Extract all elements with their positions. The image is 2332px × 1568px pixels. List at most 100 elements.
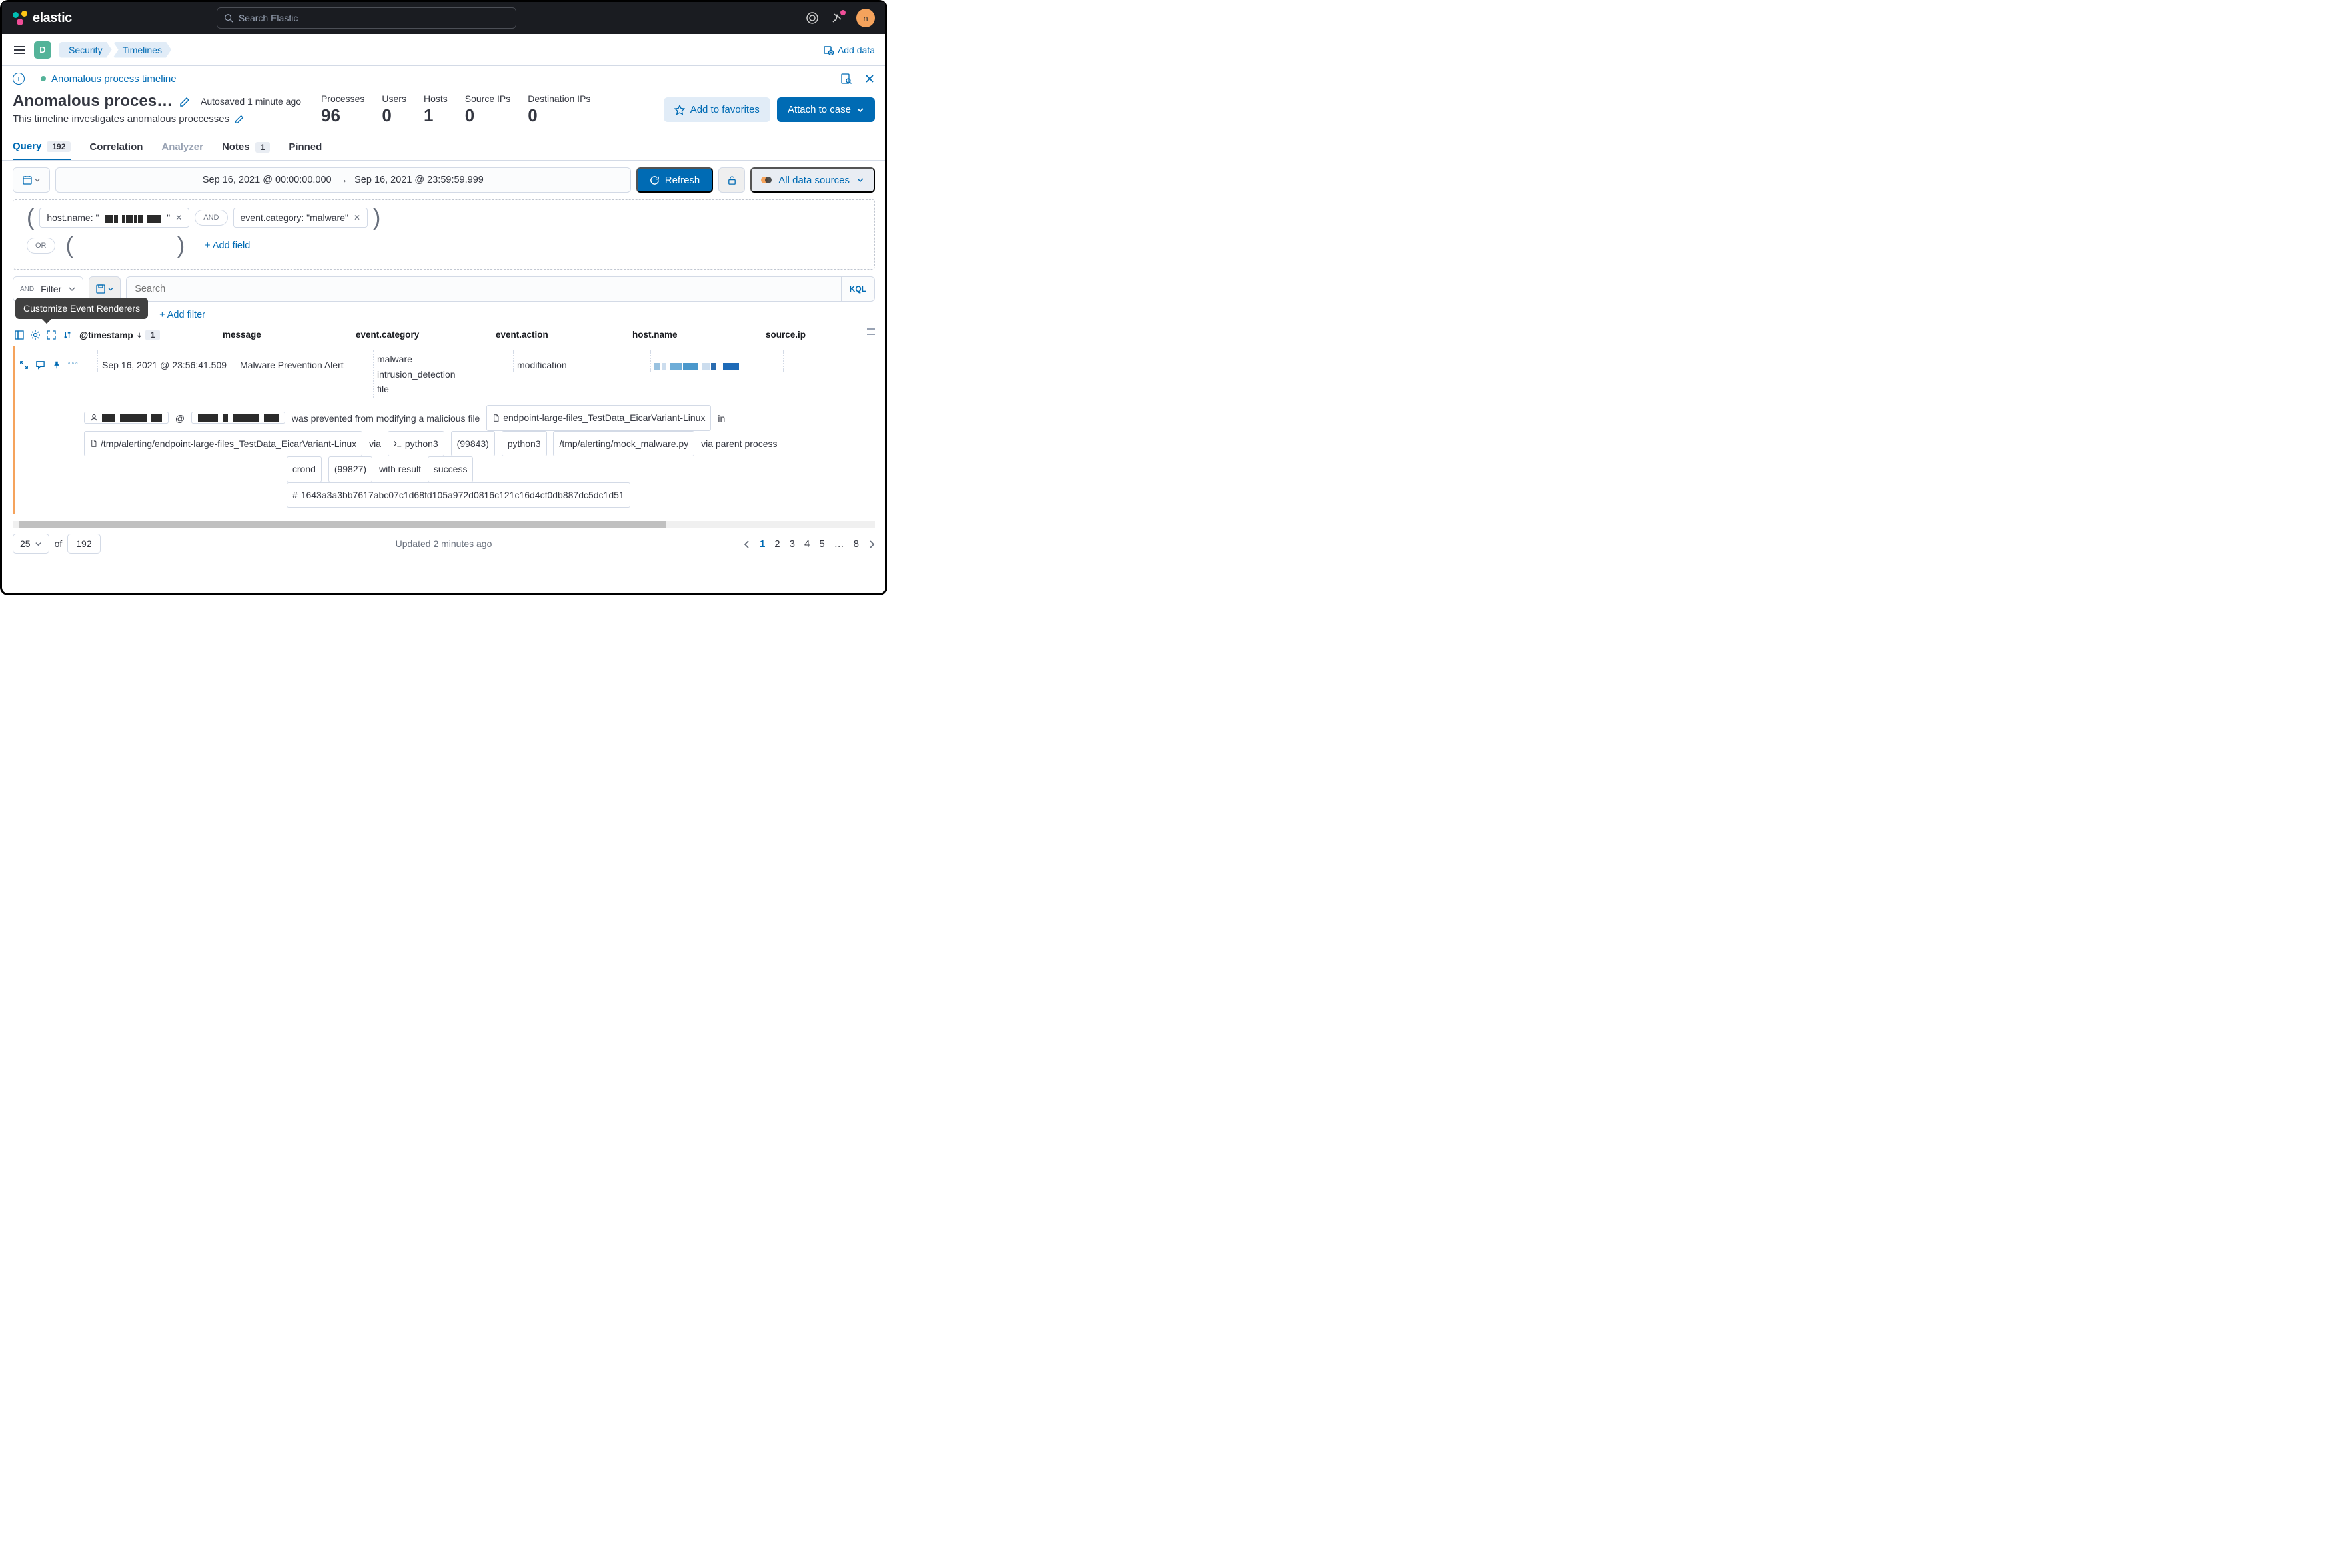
filter-category-pill[interactable]: event.category: "malware" ✕ xyxy=(233,208,368,228)
inspect-button[interactable] xyxy=(840,73,852,85)
date-picker-button[interactable] xyxy=(13,167,50,193)
chip-host[interactable] xyxy=(191,412,285,424)
logo[interactable]: elastic xyxy=(13,11,72,26)
more-actions-button[interactable]: ▫▫▫ xyxy=(68,360,79,368)
query-area: Sep 16, 2021 @ 00:00:00.000 → Sep 16, 20… xyxy=(2,161,885,521)
global-search-input[interactable]: Search Elastic xyxy=(217,7,516,29)
or-operator[interactable]: OR xyxy=(27,238,55,254)
remove-filter-icon[interactable]: ✕ xyxy=(175,213,182,222)
kql-toggle[interactable]: KQL xyxy=(841,277,874,301)
column-sourceip[interactable]: source.ip xyxy=(766,330,832,340)
stats-row: Processes96 Users0 Hosts1 Source IPs0 De… xyxy=(321,93,590,126)
tab-query[interactable]: Query192 xyxy=(13,134,71,160)
menu-toggle-button[interactable] xyxy=(13,43,26,57)
filter-query-builder: ( host.name: " " ✕ AND event.category: "… xyxy=(13,199,875,270)
breadcrumb-security[interactable]: Security xyxy=(59,42,112,58)
cell-category: malware intrusion_detection file xyxy=(373,350,513,398)
cell-hostname xyxy=(650,350,783,372)
customize-renderers-button[interactable] xyxy=(29,328,42,342)
column-action[interactable]: event.action xyxy=(496,330,632,340)
add-to-favorites-button[interactable]: Add to favorites xyxy=(664,97,770,122)
chip-parent-path[interactable]: /tmp/alerting/mock_malware.py xyxy=(553,431,694,456)
sort-desc-icon xyxy=(136,332,143,338)
timeline-titlebar: + Anomalous process timeline xyxy=(2,66,885,92)
chip-crond[interactable]: crond xyxy=(287,456,322,482)
pin-event-button[interactable] xyxy=(52,359,61,370)
column-timestamp[interactable]: @timestamp 1 xyxy=(79,330,223,340)
remove-filter-icon[interactable]: ✕ xyxy=(354,213,360,222)
column-category[interactable]: event.category xyxy=(356,330,496,340)
cell-timestamp: Sep 16, 2021 @ 23:56:41.509 xyxy=(97,350,240,372)
chevron-down-icon xyxy=(68,285,76,293)
news-icon[interactable] xyxy=(831,11,844,25)
fullscreen-button[interactable] xyxy=(45,328,58,342)
page-5[interactable]: 5 xyxy=(819,538,824,550)
cell-message: Malware Prevention Alert xyxy=(240,350,373,372)
event-renderer: @ was prevented from modifying a malicio… xyxy=(15,402,875,514)
lock-date-button[interactable] xyxy=(718,167,745,193)
add-filter-link[interactable]: + Add filter xyxy=(159,310,205,320)
close-button[interactable] xyxy=(864,73,875,85)
chip-pid[interactable]: (99843) xyxy=(451,431,495,456)
page-4[interactable]: 4 xyxy=(804,538,810,550)
page-1[interactable]: 1 xyxy=(760,538,765,550)
space-selector[interactable]: D xyxy=(34,41,51,59)
chevron-down-icon xyxy=(856,106,864,114)
stat-processes: 96 xyxy=(321,105,364,126)
table-header: @timestamp 1 message event.category even… xyxy=(13,328,875,346)
chip-ppid[interactable]: (99827) xyxy=(328,456,372,482)
horizontal-scrollbar[interactable] xyxy=(13,521,875,528)
page-2[interactable]: 2 xyxy=(774,538,780,550)
add-data-button[interactable]: Add data xyxy=(823,45,875,55)
attach-to-case-button[interactable]: Attach to case xyxy=(777,97,875,122)
timeline-title-link[interactable]: Anomalous process timeline xyxy=(51,73,177,85)
notes-button[interactable] xyxy=(35,358,45,370)
column-message[interactable]: message xyxy=(223,330,356,340)
column-hostname[interactable]: host.name xyxy=(632,330,766,340)
add-field-button[interactable]: + Add field xyxy=(205,240,250,251)
refresh-button[interactable]: Refresh xyxy=(636,167,714,193)
page-size-selector[interactable]: 25 xyxy=(13,534,49,554)
fields-browser-button[interactable] xyxy=(13,328,26,342)
next-page-button[interactable] xyxy=(868,538,875,550)
data-sources-button[interactable]: All data sources xyxy=(750,167,875,193)
edit-description-button[interactable] xyxy=(235,113,244,125)
tooltip-customize-renderers: Customize Event Renderers xyxy=(15,298,148,319)
tab-analyzer: Analyzer xyxy=(161,134,203,160)
chip-process[interactable]: python3 xyxy=(388,431,444,456)
page-3[interactable]: 3 xyxy=(790,538,795,550)
tab-pinned[interactable]: Pinned xyxy=(289,134,322,160)
total-rows: 192 xyxy=(67,534,100,554)
elastic-logo-icon xyxy=(13,11,27,25)
help-icon[interactable] xyxy=(806,11,819,25)
chip-process-name[interactable]: python3 xyxy=(502,431,547,456)
tab-notes[interactable]: Notes1 xyxy=(222,134,270,160)
expand-event-button[interactable] xyxy=(19,359,29,370)
edit-title-button[interactable] xyxy=(179,96,190,107)
calendar-icon xyxy=(22,175,33,185)
date-range-display[interactable]: Sep 16, 2021 @ 00:00:00.000 → Sep 16, 20… xyxy=(55,167,631,193)
chip-result[interactable]: success xyxy=(428,456,474,482)
footer: 25 of 192 Updated 2 minutes ago 1 2 3 4 … xyxy=(2,528,885,560)
and-operator[interactable]: AND xyxy=(195,210,227,226)
chip-file[interactable]: endpoint-large-files_TestData_EicarVaria… xyxy=(486,405,711,430)
search-field[interactable] xyxy=(127,284,840,294)
filter-hostname-pill[interactable]: host.name: " " ✕ xyxy=(39,208,189,228)
new-timeline-button[interactable]: + xyxy=(13,73,25,85)
chip-hash[interactable]: # 1643a3a3bb7617abc07c1d68fd105a972d0816… xyxy=(287,482,630,508)
stat-source-ips: 0 xyxy=(465,105,510,126)
file-icon xyxy=(492,414,500,422)
stat-dest-ips: 0 xyxy=(528,105,590,126)
user-avatar[interactable]: n xyxy=(856,9,875,27)
chip-path[interactable]: /tmp/alerting/endpoint-large-files_TestD… xyxy=(84,431,362,456)
tab-correlation[interactable]: Correlation xyxy=(89,134,143,160)
chip-user[interactable] xyxy=(84,412,169,424)
kql-search-input[interactable]: KQL xyxy=(126,276,875,302)
scrollbar-handle[interactable] xyxy=(867,328,875,335)
page-8[interactable]: 8 xyxy=(854,538,859,550)
prev-page-button[interactable] xyxy=(744,538,750,550)
stat-users: 0 xyxy=(382,105,406,126)
breadcrumb-timelines[interactable]: Timelines xyxy=(113,42,171,58)
sort-button[interactable] xyxy=(61,328,74,342)
page-ellipsis[interactable]: … xyxy=(834,538,844,550)
